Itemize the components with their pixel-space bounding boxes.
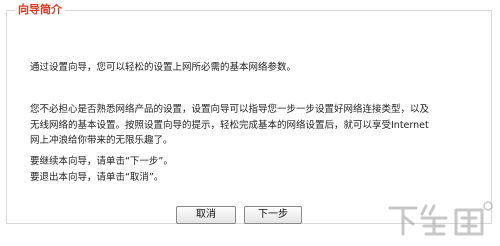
explanation-text-line: 无线网络的基本设置。按照设置向导的提示，轻松完成基本的网络设置后，就可以享受In… [30,119,429,131]
cancel-button[interactable]: 取消 [176,206,236,224]
intro-text-line: 通过设置向导，您可以轻松的设置上网所必需的基本网络参数。 [30,62,297,73]
wizard-page: 向导简介 通过设置向导，您可以轻松的设置上网所必需的基本网络参数。 您不必担心是… [0,0,500,246]
watermark-logo [388,201,493,236]
continue-instruction: 要继续本向导，请单击“下一步”。 [30,156,173,167]
exit-instruction: 要退出本向导，请单击“取消”。 [30,171,164,183]
explanation-paragraph: 您不必担心是否熟悉网络产品的设置，设置向导可以指导您一步一步设置好网络连接类型，… [30,102,429,149]
next-button[interactable]: 下一步 [244,206,302,224]
panel-title: 向导简介 [15,2,65,18]
intro-paragraph: 通过设置向导，您可以轻松的设置上网所必需的基本网络参数。 [30,60,296,76]
instruction-paragraph: 要继续本向导，请单击“下一步”。 要退出本向导，请单击“取消”。 [30,154,173,185]
explanation-text-line: 您不必担心是否熟悉网络产品的设置，设置向导可以指导您一步一步设置好网络连接类型，… [30,104,430,115]
explanation-text-line: 网上冲浪给你带来的无限乐趣了。 [30,135,173,146]
